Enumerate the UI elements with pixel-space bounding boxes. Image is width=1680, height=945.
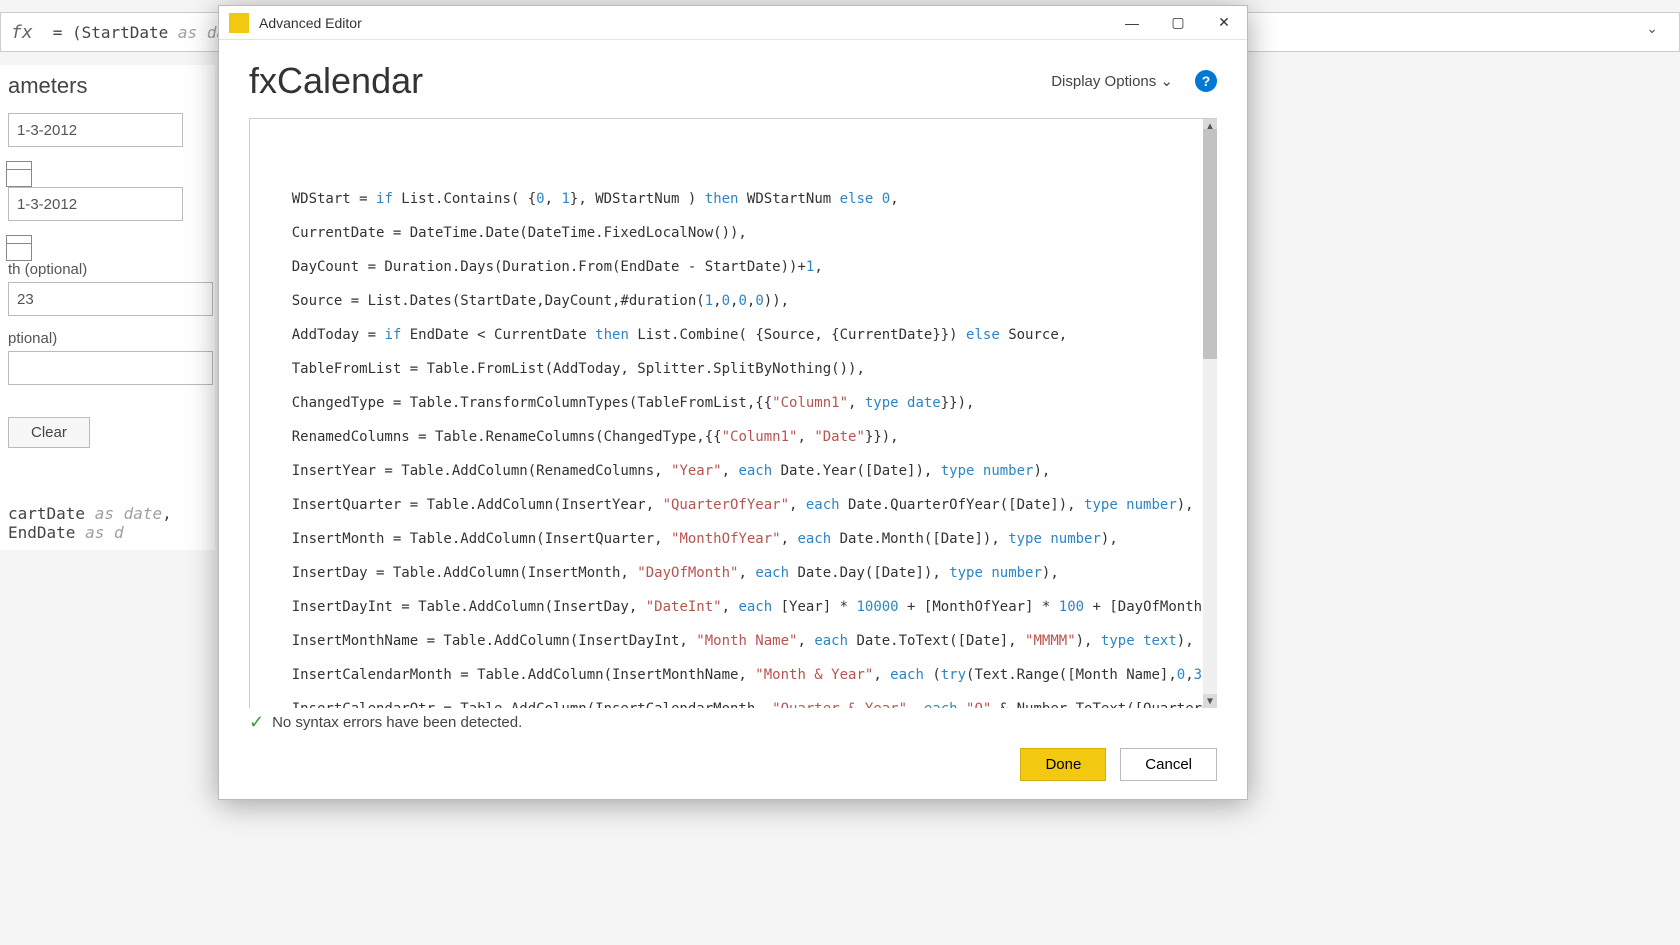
advanced-editor-dialog: Advanced Editor — ▢ ✕ fxCalendar Display… (218, 5, 1248, 800)
calendar-icon[interactable] (6, 235, 32, 261)
parameters-panel: ameters th (optional) ptional) Clear car… (0, 65, 215, 550)
powerbi-icon (229, 13, 249, 33)
maximize-button[interactable]: ▢ (1155, 6, 1201, 40)
expand-down-icon[interactable]: ⌄ (1646, 20, 1658, 37)
scrollbar-track[interactable]: ▲ ▼ (1203, 119, 1217, 708)
scrollbar-thumb[interactable] (1203, 129, 1217, 359)
chevron-down-icon: ⌄ (1160, 73, 1173, 90)
clear-button[interactable]: Clear (8, 417, 90, 448)
done-button[interactable]: Done (1020, 748, 1106, 781)
minimize-button[interactable]: — (1109, 6, 1155, 40)
code-editor[interactable]: ▲ ▼ WDStart = if List.Contains( {0, 1}, … (249, 118, 1217, 708)
optional-label-2: ptional) (8, 330, 207, 347)
help-icon[interactable]: ? (1195, 70, 1217, 92)
fx-label: fx (11, 22, 33, 43)
query-name: fxCalendar (249, 60, 1051, 102)
calendar-icon[interactable] (6, 161, 32, 187)
display-options-dropdown[interactable]: Display Options ⌄ (1051, 72, 1173, 90)
code-content[interactable]: WDStart = if List.Contains( {0, 1}, WDSt… (250, 170, 1217, 708)
check-icon: ✓ (249, 712, 264, 733)
syntax-status: ✓ No syntax errors have been detected. (219, 708, 1247, 737)
optional-field-1[interactable] (8, 282, 213, 316)
optional-field-2[interactable] (8, 351, 213, 385)
scroll-down-arrow[interactable]: ▼ (1203, 694, 1217, 708)
close-button[interactable]: ✕ (1201, 6, 1247, 40)
title-bar: Advanced Editor — ▢ ✕ (219, 6, 1247, 40)
optional-label-1: th (optional) (8, 261, 207, 278)
window-title: Advanced Editor (259, 15, 1109, 31)
status-text: No syntax errors have been detected. (272, 714, 522, 731)
end-date-field[interactable] (8, 187, 183, 221)
side-code-preview: cartDate as date, EndDate as d (8, 504, 207, 542)
cancel-button[interactable]: Cancel (1120, 748, 1217, 781)
parameters-heading: ameters (8, 73, 207, 99)
start-date-field[interactable] (8, 113, 183, 147)
